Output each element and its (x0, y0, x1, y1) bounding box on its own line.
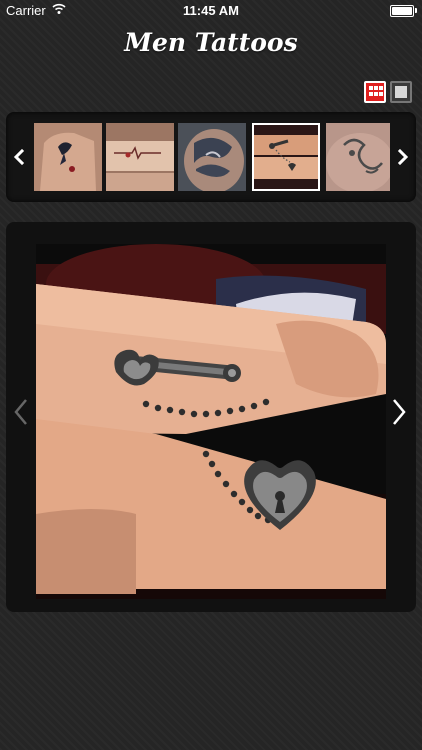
grid-view-button[interactable] (364, 81, 386, 103)
status-bar: Carrier 11:45 AM (0, 0, 422, 22)
battery-level (392, 7, 412, 15)
tattoo-thumbnail-image (34, 123, 102, 191)
thumbnail-1[interactable] (34, 123, 102, 191)
tattoo-thumbnail-image (326, 123, 390, 191)
chevron-right-icon (397, 149, 409, 165)
tattoo-thumbnail-image (178, 123, 246, 191)
previous-image-button[interactable] (8, 392, 34, 432)
thumbnail-list (34, 120, 390, 194)
image-viewer (6, 222, 416, 612)
battery-icon (390, 5, 417, 17)
page-title: Men Tattoos (124, 28, 298, 57)
tattoo-photo (36, 244, 386, 599)
single-view-button[interactable] (390, 81, 412, 103)
thumbnail-3[interactable] (178, 123, 246, 191)
thumbnail-2[interactable] (106, 123, 174, 191)
main-tattoo-image[interactable] (36, 244, 386, 599)
thumbnail-strip (6, 112, 416, 202)
chevron-right-icon (393, 399, 406, 425)
chevron-left-icon (14, 399, 27, 425)
clock: 11:45 AM (183, 3, 239, 18)
tattoo-thumbnail-image (106, 123, 174, 191)
thumbnail-next-button[interactable] (390, 112, 416, 202)
single-view-icon (395, 86, 407, 98)
next-image-button[interactable] (386, 392, 412, 432)
thumbnail-4[interactable] (252, 123, 320, 191)
thumbnail-5[interactable] (326, 123, 390, 191)
tattoo-thumbnail-image (254, 125, 318, 189)
thumbnail-prev-button[interactable] (6, 112, 32, 202)
view-toggle (364, 81, 412, 103)
chevron-left-icon (13, 149, 25, 165)
